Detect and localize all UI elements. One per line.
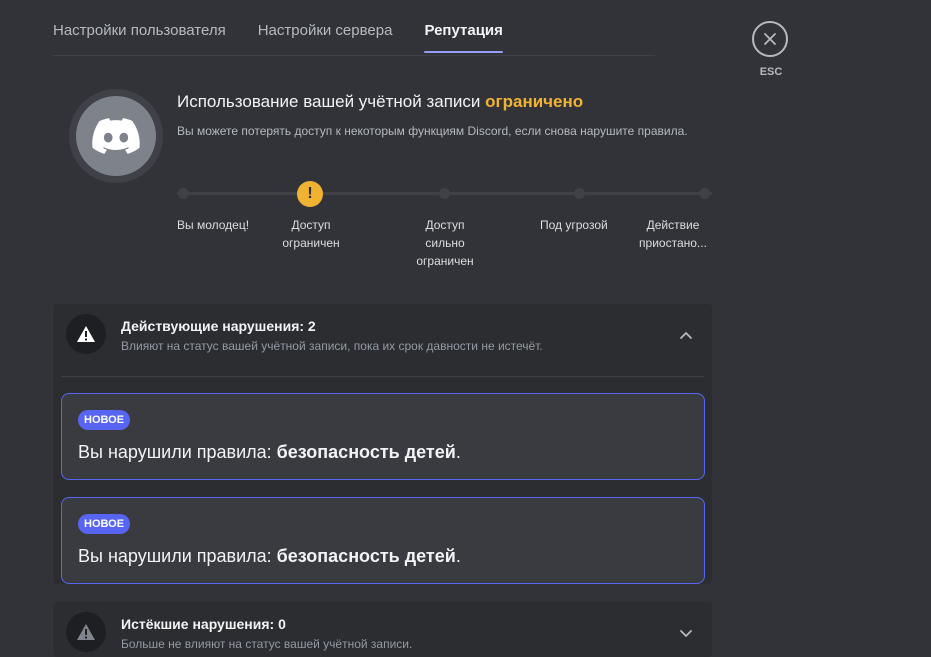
level-label-limited: Доступ ограничен [282, 218, 340, 250]
expired-violations-panel: Истёкшие нарушения: 0 Больше не влияют н… [53, 602, 712, 657]
violation-prefix: Вы нарушили правила: [78, 546, 277, 566]
warning-icon [77, 326, 95, 342]
tab-reputation[interactable]: Репутация [424, 0, 504, 53]
new-badge: НОВОЕ [78, 410, 131, 430]
level-label-very-limited: Доступ сильно ограничен [416, 218, 474, 268]
new-badge: НОВОЕ [78, 514, 131, 534]
warning-badge [66, 314, 106, 354]
discord-logo-icon [92, 118, 140, 154]
esc-label: ESC [759, 66, 783, 78]
account-status-description: Вы можете потерять доступ к некоторым фу… [177, 124, 688, 138]
warning-badge [66, 612, 106, 652]
level-dot [178, 188, 189, 199]
violation-prefix: Вы нарушили правила: [78, 442, 277, 462]
level-dot [699, 188, 710, 199]
violation-rule: безопасность детей [276, 442, 456, 462]
avatar [69, 89, 163, 183]
violation-suffix: . [455, 546, 461, 566]
current-level-marker: ! [297, 181, 323, 207]
violation-text: Вы нарушили правила: безопасность детей. [78, 546, 461, 567]
violation-card[interactable]: НОВОЕ Вы нарушили правила: безопасность … [61, 497, 705, 584]
expired-violations-subtitle: Больше не влияют на статус вашей учётной… [121, 637, 413, 651]
level-dot [439, 188, 450, 199]
status-state: ограничено [485, 92, 584, 111]
close-icon [764, 33, 776, 45]
active-violations-header[interactable]: Действующие нарушения: 2 Влияют на стату… [53, 304, 712, 376]
level-label-good: Вы молодец! [177, 218, 250, 232]
active-violations-title: Действующие нарушения: 2 [121, 318, 316, 334]
level-label-suspended: Действие приостано... [639, 218, 707, 250]
close-button[interactable] [752, 21, 788, 57]
violation-text: Вы нарушили правила: безопасность детей. [78, 442, 461, 463]
reputation-settings-page: Настройки пользователя Настройки сервера… [0, 0, 931, 657]
active-violations-subtitle: Влияют на статус вашей учётной записи, п… [121, 339, 543, 353]
chevron-up-icon[interactable] [679, 328, 693, 342]
settings-tabs: Настройки пользователя Настройки сервера… [53, 0, 655, 56]
close-control: ESC [752, 21, 790, 78]
divider [61, 376, 704, 377]
violation-rule: безопасность детей [276, 546, 456, 566]
tab-server-settings[interactable]: Настройки сервера [258, 0, 393, 39]
status-title-prefix: Использование вашей учётной записи [177, 92, 481, 111]
expired-violations-header[interactable]: Истёкшие нарушения: 0 Больше не влияют н… [53, 602, 712, 657]
tab-user-settings[interactable]: Настройки пользователя [53, 0, 226, 39]
avatar-image [76, 96, 156, 176]
level-dot [574, 188, 585, 199]
level-label-at-risk: Под угрозой [540, 218, 608, 232]
warning-exclamation-icon: ! [307, 185, 313, 202]
violation-suffix: . [455, 442, 461, 462]
active-violations-panel: Действующие нарушения: 2 Влияют на стату… [53, 304, 712, 584]
account-status-title: Использование вашей учётной записи огран… [177, 92, 583, 112]
violation-card[interactable]: НОВОЕ Вы нарушили правила: безопасность … [61, 393, 705, 480]
expired-violations-title: Истёкшие нарушения: 0 [121, 616, 286, 632]
warning-icon [77, 624, 95, 640]
chevron-down-icon[interactable] [679, 626, 693, 640]
